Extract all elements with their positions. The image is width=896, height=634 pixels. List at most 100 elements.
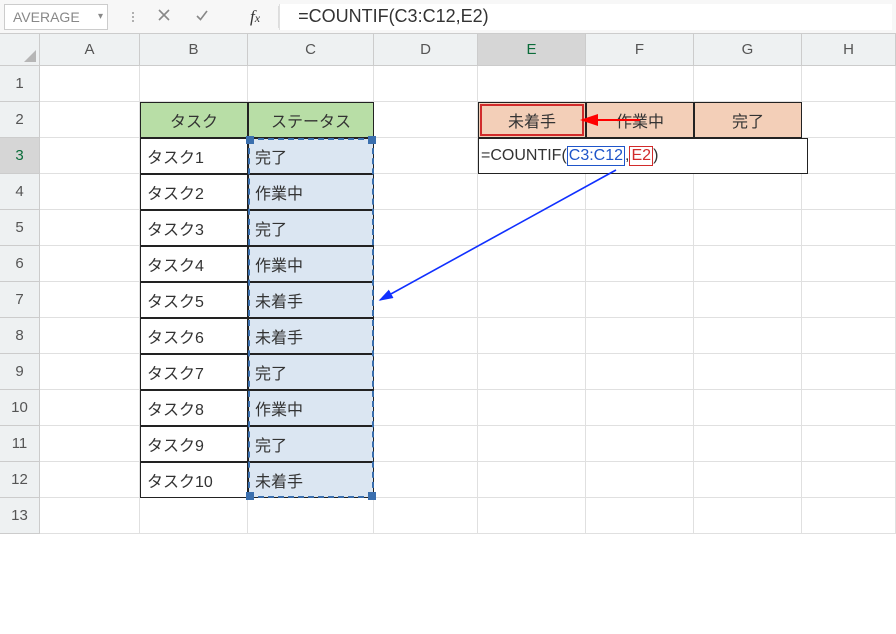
cell-A3[interactable]: [40, 138, 140, 174]
cell-A10[interactable]: [40, 390, 140, 426]
cell-E11[interactable]: [478, 426, 586, 462]
cell-G13[interactable]: [694, 498, 802, 534]
cell-B13[interactable]: [140, 498, 248, 534]
cell-A6[interactable]: [40, 246, 140, 282]
row-header-8[interactable]: 8: [0, 318, 40, 354]
cell-A4[interactable]: [40, 174, 140, 210]
cell-D7[interactable]: [374, 282, 478, 318]
cell-F1[interactable]: [586, 66, 694, 102]
cell-A7[interactable]: [40, 282, 140, 318]
cell-H8[interactable]: [802, 318, 896, 354]
cell-H11[interactable]: [802, 426, 896, 462]
cell-C1[interactable]: [248, 66, 374, 102]
cell-B4[interactable]: タスク2: [140, 174, 248, 210]
cell-F10[interactable]: [586, 390, 694, 426]
cell-E10[interactable]: [478, 390, 586, 426]
row-header-11[interactable]: 11: [0, 426, 40, 462]
cell-D11[interactable]: [374, 426, 478, 462]
cell-C13[interactable]: [248, 498, 374, 534]
enter-icon[interactable]: [194, 7, 210, 27]
row-header-10[interactable]: 10: [0, 390, 40, 426]
cell-F5[interactable]: [586, 210, 694, 246]
col-header-A[interactable]: A: [40, 34, 140, 66]
cell-B1[interactable]: [140, 66, 248, 102]
cell-A11[interactable]: [40, 426, 140, 462]
cell-D2[interactable]: [374, 102, 478, 138]
cell-C5[interactable]: 完了: [248, 210, 374, 246]
cell-G4[interactable]: [694, 174, 802, 210]
cell-E8[interactable]: [478, 318, 586, 354]
row-header-3[interactable]: 3: [0, 138, 40, 174]
cell-B11[interactable]: タスク9: [140, 426, 248, 462]
cell-B8[interactable]: タスク6: [140, 318, 248, 354]
cell-H3[interactable]: [802, 138, 896, 174]
cell-C2[interactable]: ステータス: [248, 102, 374, 138]
cell-B7[interactable]: タスク5: [140, 282, 248, 318]
cell-D6[interactable]: [374, 246, 478, 282]
cell-C3[interactable]: 完了: [248, 138, 374, 174]
row-header-12[interactable]: 12: [0, 462, 40, 498]
cell-D4[interactable]: [374, 174, 478, 210]
col-header-C[interactable]: C: [248, 34, 374, 66]
cell-F6[interactable]: [586, 246, 694, 282]
cell-F11[interactable]: [586, 426, 694, 462]
cell-F9[interactable]: [586, 354, 694, 390]
row-header-1[interactable]: 1: [0, 66, 40, 102]
col-header-G[interactable]: G: [694, 34, 802, 66]
cell-F2[interactable]: 作業中: [586, 102, 694, 138]
cell-C6[interactable]: 作業中: [248, 246, 374, 282]
cell-A12[interactable]: [40, 462, 140, 498]
cell-G9[interactable]: [694, 354, 802, 390]
formula-input[interactable]: =COUNTIF(C3:C12,E2): [279, 4, 892, 30]
cell-F7[interactable]: [586, 282, 694, 318]
cell-D9[interactable]: [374, 354, 478, 390]
chevron-down-icon[interactable]: ▾: [98, 11, 103, 22]
col-header-B[interactable]: B: [140, 34, 248, 66]
cell-G10[interactable]: [694, 390, 802, 426]
cancel-icon[interactable]: [156, 7, 172, 27]
cell-A9[interactable]: [40, 354, 140, 390]
cell-E4[interactable]: [478, 174, 586, 210]
cell-H13[interactable]: [802, 498, 896, 534]
cell-H4[interactable]: [802, 174, 896, 210]
cell-G2[interactable]: 完了: [694, 102, 802, 138]
cell-C10[interactable]: 作業中: [248, 390, 374, 426]
editing-cell[interactable]: =COUNTIF( C3:C12 , E2 ): [478, 138, 808, 174]
cell-G8[interactable]: [694, 318, 802, 354]
row-header-13[interactable]: 13: [0, 498, 40, 534]
cell-G1[interactable]: [694, 66, 802, 102]
cell-G6[interactable]: [694, 246, 802, 282]
cell-D1[interactable]: [374, 66, 478, 102]
cell-D5[interactable]: [374, 210, 478, 246]
cell-C7[interactable]: 未着手: [248, 282, 374, 318]
cell-B3[interactable]: タスク1: [140, 138, 248, 174]
cell-H10[interactable]: [802, 390, 896, 426]
cell-C4[interactable]: 作業中: [248, 174, 374, 210]
cell-H6[interactable]: [802, 246, 896, 282]
cell-E7[interactable]: [478, 282, 586, 318]
cell-B10[interactable]: タスク8: [140, 390, 248, 426]
cell-D12[interactable]: [374, 462, 478, 498]
fx-icon[interactable]: fx: [250, 7, 260, 27]
cell-B2[interactable]: タスク: [140, 102, 248, 138]
cell-D10[interactable]: [374, 390, 478, 426]
cell-B6[interactable]: タスク4: [140, 246, 248, 282]
cell-F13[interactable]: [586, 498, 694, 534]
cell-C12[interactable]: 未着手: [248, 462, 374, 498]
cell-B5[interactable]: タスク3: [140, 210, 248, 246]
col-header-D[interactable]: D: [374, 34, 478, 66]
cell-H7[interactable]: [802, 282, 896, 318]
cell-H9[interactable]: [802, 354, 896, 390]
cell-A2[interactable]: [40, 102, 140, 138]
cell-E13[interactable]: [478, 498, 586, 534]
cell-G5[interactable]: [694, 210, 802, 246]
row-header-5[interactable]: 5: [0, 210, 40, 246]
cell-H1[interactable]: [802, 66, 896, 102]
cell-B12[interactable]: タスク10: [140, 462, 248, 498]
cell-E5[interactable]: [478, 210, 586, 246]
row-header-7[interactable]: 7: [0, 282, 40, 318]
row-header-4[interactable]: 4: [0, 174, 40, 210]
col-header-E[interactable]: E: [478, 34, 586, 66]
cell-E6[interactable]: [478, 246, 586, 282]
col-header-H[interactable]: H: [802, 34, 896, 66]
